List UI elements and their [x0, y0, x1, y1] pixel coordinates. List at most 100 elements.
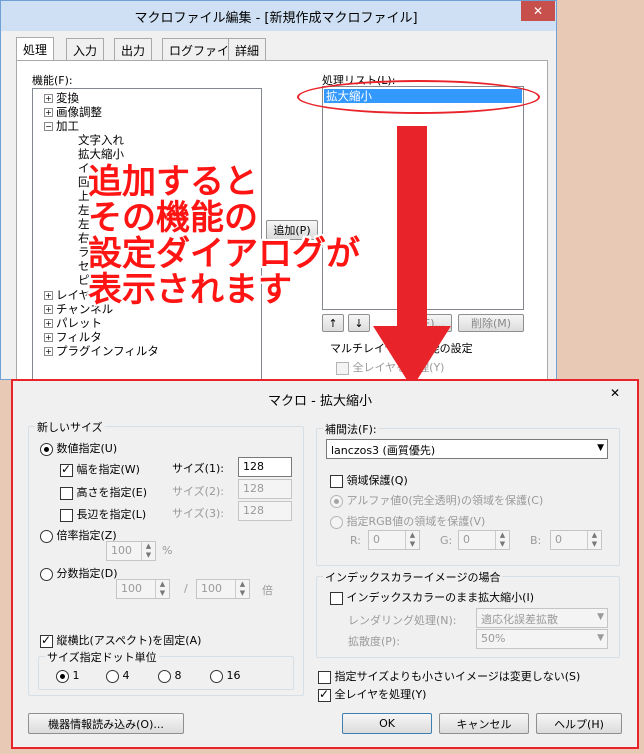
annotation-line-3: 設定ダイアログが: [88, 234, 360, 274]
expand-icon: +: [44, 291, 53, 300]
long-side-label: 長辺を指定(L): [76, 508, 147, 521]
move-up-button[interactable]: ↑: [322, 314, 344, 332]
dot-option-1[interactable]: 1: [56, 669, 80, 683]
highlight-ellipse: [297, 80, 540, 114]
delete-button[interactable]: 削除(M): [458, 314, 524, 332]
help-button[interactable]: ヘルプ(H): [536, 713, 622, 734]
tab-input[interactable]: 入力: [66, 38, 105, 60]
tab-label: 処理: [23, 43, 48, 57]
index-keep-checkbox[interactable]: [330, 591, 343, 605]
size1-input[interactable]: 128: [238, 457, 292, 477]
height-label: 高さを指定(E): [76, 486, 148, 499]
width-check-row[interactable]: 幅を指定(W): [60, 461, 140, 477]
dot-radio[interactable]: [56, 669, 69, 683]
index-keep-row[interactable]: インデックスカラーのまま拡大縮小(I): [330, 589, 534, 605]
height-check-row[interactable]: 高さを指定(E): [60, 484, 147, 500]
spinner-icon[interactable]: ▲ ▼: [235, 580, 249, 598]
tab-process[interactable]: 処理: [16, 37, 55, 61]
rgb-protect-label: 指定RGB値の領域を保護(V): [346, 515, 486, 528]
g-label: G:: [440, 534, 453, 547]
dot-radio[interactable]: [210, 669, 223, 683]
fraction-radio-row[interactable]: 分数指定(D): [40, 565, 118, 581]
fraction-label: 分数指定(D): [56, 567, 118, 580]
chevron-down-icon: ▼: [597, 612, 604, 622]
ok-button[interactable]: OK: [342, 713, 432, 734]
dot-option-8[interactable]: 8: [158, 669, 182, 683]
ratio-unit: %: [162, 544, 173, 557]
no-shrink-row[interactable]: 指定サイズよりも小さいイメージは変更しない(S): [318, 668, 580, 684]
close-icon: ✕: [609, 386, 621, 400]
dot-radio[interactable]: [158, 669, 171, 683]
rgb-protect-radio[interactable]: [330, 515, 343, 529]
numeric-radio[interactable]: [40, 442, 53, 456]
no-shrink-checkbox[interactable]: [318, 670, 331, 684]
expand-icon: +: [44, 347, 53, 356]
index-keep-label: インデックスカラーのまま拡大縮小(I): [346, 591, 535, 604]
diffusion-label: 拡散度(P):: [348, 635, 400, 648]
chevron-down-icon: ▼: [597, 443, 604, 453]
fraction-denominator-input[interactable]: 100 ▲ ▼: [196, 579, 250, 599]
interpolation-select[interactable]: lanczos3 (画質優先) ▼: [326, 439, 608, 459]
size1-label: サイズ(1):: [172, 462, 224, 475]
fraction-unit: 倍: [262, 584, 273, 597]
width-checkbox[interactable]: [60, 462, 73, 477]
aspect-check-row[interactable]: 縦横比(アスペクト)を固定(A): [40, 632, 201, 648]
arrow-down-icon: ↓: [354, 316, 364, 330]
dot-option-16[interactable]: 16: [210, 669, 241, 683]
size2-label: サイズ(2):: [172, 485, 224, 498]
region-protect-checkbox[interactable]: [330, 474, 343, 488]
fraction-separator: /: [184, 582, 188, 595]
spinner-icon[interactable]: ▲ ▼: [405, 531, 419, 549]
dot-option-4[interactable]: 4: [106, 669, 130, 683]
dot-radio[interactable]: [106, 669, 119, 683]
all-layers-checkbox[interactable]: [318, 687, 331, 702]
fraction-numerator-input[interactable]: 100 ▲ ▼: [116, 579, 170, 599]
annotation-line-1: 追加すると: [88, 162, 258, 202]
dialog-title: マクロ - 拡大縮小: [268, 394, 372, 409]
diffusion-select[interactable]: 50% ▼: [476, 629, 608, 649]
r-input[interactable]: 0 ▲ ▼: [368, 530, 420, 550]
aspect-checkbox[interactable]: [40, 633, 53, 648]
region-protect-label: 領域保護(Q): [346, 474, 408, 487]
alpha-protect-label: アルファ値0(完全透明)の領域を保護(C): [346, 494, 544, 507]
long-side-check-row[interactable]: 長辺を指定(L): [60, 506, 146, 522]
tab-label: 詳細: [235, 44, 260, 58]
alpha-protect-row[interactable]: アルファ値0(完全透明)の領域を保護(C): [330, 492, 543, 508]
ratio-input[interactable]: 100 ▲ ▼: [106, 541, 156, 561]
region-protect-row[interactable]: 領域保護(Q): [330, 472, 408, 488]
spinner-icon[interactable]: ▲ ▼: [155, 580, 169, 598]
ratio-radio[interactable]: [40, 529, 53, 543]
back-all-layers-checkbox[interactable]: [336, 361, 349, 375]
annotation-line-2: その機能の: [88, 198, 258, 238]
size3-input[interactable]: 128: [238, 501, 292, 521]
spinner-icon[interactable]: ▲ ▼: [587, 531, 601, 549]
tree-item-process[interactable]: − 加工: [44, 118, 79, 134]
rendering-select[interactable]: 適応化誤差拡散 ▼: [476, 608, 608, 628]
device-info-button[interactable]: 機器情報読み込み(O)...: [28, 713, 184, 734]
fraction-radio[interactable]: [40, 567, 53, 581]
all-layers-row[interactable]: 全レイヤを処理(Y): [318, 686, 426, 702]
cancel-button[interactable]: キャンセル: [439, 713, 529, 734]
height-checkbox[interactable]: [60, 486, 73, 500]
tree-item-plugin-filter[interactable]: + プラグインフィルタ: [44, 343, 159, 359]
spinner-icon[interactable]: ▲ ▼: [141, 542, 155, 560]
spinner-icon[interactable]: ▲ ▼: [495, 531, 509, 549]
size2-input[interactable]: 128: [238, 479, 292, 499]
numeric-radio-row[interactable]: 数値指定(U): [40, 440, 117, 456]
collapse-icon: −: [44, 122, 53, 131]
r-label: R:: [350, 534, 362, 547]
b-label: B:: [530, 534, 542, 547]
expand-icon: +: [44, 108, 53, 117]
long-side-checkbox[interactable]: [60, 508, 73, 522]
rgb-protect-row[interactable]: 指定RGB値の領域を保護(V): [330, 513, 485, 529]
chevron-down-icon: ▼: [597, 633, 604, 643]
tab-output[interactable]: 出力: [114, 38, 153, 60]
expand-icon: +: [44, 305, 53, 314]
alpha-protect-radio[interactable]: [330, 494, 343, 508]
g-input[interactable]: 0 ▲ ▼: [458, 530, 510, 550]
dialog-close-button[interactable]: ✕: [602, 383, 628, 403]
move-down-button[interactable]: ↓: [348, 314, 370, 332]
back-close-button[interactable]: ✕: [521, 1, 555, 21]
b-input[interactable]: 0 ▲ ▼: [550, 530, 602, 550]
tab-details[interactable]: 詳細: [228, 38, 267, 60]
